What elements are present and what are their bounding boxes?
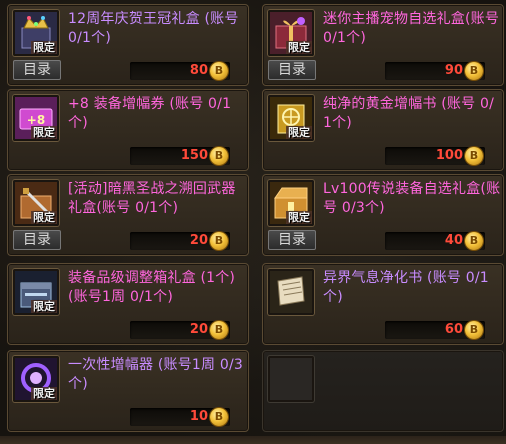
svg-text:+8: +8 <box>27 113 45 127</box>
empty-slot <box>262 350 504 432</box>
item-name: 装备品级调整箱礼盒 (1个)(账号1周 0/1个) <box>68 270 236 305</box>
limited-tag: 限定 <box>31 211 57 224</box>
shop-item-card[interactable]: 限定 Lv100传说装备自选礼盒(账号 0/3个) 目录 40 B <box>262 174 504 256</box>
price-value: 100 <box>435 148 463 163</box>
item-icon-amplifier[interactable]: 限定 <box>13 356 59 402</box>
item-name: Lv100传说装备自选礼盒(账号 0/3个) <box>323 181 501 216</box>
empty-icon-slot <box>268 356 314 402</box>
price-display: 100 B <box>385 147 485 165</box>
price-value: 10 <box>189 409 208 424</box>
item-icon-pet-box[interactable]: 限定 <box>268 10 314 56</box>
item-icon-ticket[interactable]: +8 限定 <box>13 95 59 141</box>
coin-icon: B <box>465 321 483 339</box>
shop-item-card[interactable]: 限定 12周年庆贺王冠礼盒 (账号 0/1个) 目录 80 B <box>7 4 249 86</box>
price-display: 20 B <box>130 321 230 339</box>
price-display: 10 B <box>130 408 230 426</box>
price-value: 40 <box>444 233 463 248</box>
price-display: 40 B <box>385 232 485 250</box>
shop-item-card[interactable]: 限定 一次性增幅器 (账号1周 0/3个) 10 B <box>7 350 249 432</box>
coin-icon: B <box>210 62 228 80</box>
item-name: 12周年庆贺王冠礼盒 (账号 0/1个) <box>68 11 239 46</box>
shop-item-card[interactable]: 限定 纯净的黄金增幅书 (账号 0/1个) 100 B <box>262 89 504 171</box>
price-value: 20 <box>189 233 208 248</box>
item-icon-grade-box[interactable]: 限定 <box>13 269 59 315</box>
limited-tag: 限定 <box>286 126 312 139</box>
item-icon-weapon-box[interactable]: 限定 <box>13 180 59 226</box>
item-name: [活动]暗黑圣战之溯回武器礼盒(账号 0/1个) <box>68 181 236 216</box>
item-name: 一次性增幅器 (账号1周 0/3个) <box>68 357 244 392</box>
limited-tag: 限定 <box>31 41 57 54</box>
limited-tag: 限定 <box>31 387 57 400</box>
limited-tag: 限定 <box>286 211 312 224</box>
bottom-border <box>0 436 506 444</box>
coin-icon: B <box>465 147 483 165</box>
shop-item-card[interactable]: 限定 [活动]暗黑圣战之溯回武器礼盒(账号 0/1个) 目录 20 B <box>7 174 249 256</box>
item-icon-scroll[interactable] <box>268 269 314 315</box>
price-value: 60 <box>444 322 463 337</box>
price-display: 150 B <box>130 147 230 165</box>
price-value: 90 <box>444 63 463 78</box>
shop-item-grid: 限定 12周年庆贺王冠礼盒 (账号 0/1个) 目录 80 B 限定 迷你主播宠… <box>0 0 506 444</box>
price-value: 20 <box>189 322 208 337</box>
item-name: +8 装备增幅券 (账号 0/1个) <box>68 96 232 131</box>
price-value: 80 <box>189 63 208 78</box>
limited-tag: 限定 <box>286 41 312 54</box>
price-display: 80 B <box>130 62 230 80</box>
price-display: 90 B <box>385 62 485 80</box>
item-name: 迷你主播宠物自选礼盒(账号 0/1个) <box>323 11 500 46</box>
price-value: 150 <box>180 148 208 163</box>
coin-icon: B <box>210 147 228 165</box>
price-display: 60 B <box>385 321 485 339</box>
price-display: 20 B <box>130 232 230 250</box>
catalog-button[interactable]: 目录 <box>13 230 61 250</box>
scroll-icon <box>270 271 312 313</box>
coin-icon: B <box>465 62 483 80</box>
item-icon-legend-box[interactable]: 限定 <box>268 180 314 226</box>
item-icon-crown-box[interactable]: 限定 <box>13 10 59 56</box>
item-name: 纯净的黄金增幅书 (账号 0/1个) <box>323 96 494 131</box>
item-icon-gold-book[interactable]: 限定 <box>268 95 314 141</box>
shop-item-card[interactable]: +8 限定 +8 装备增幅券 (账号 0/1个) 150 B <box>7 89 249 171</box>
coin-icon: B <box>210 232 228 250</box>
coin-icon: B <box>210 321 228 339</box>
shop-item-card[interactable]: 限定 装备品级调整箱礼盒 (1个)(账号1周 0/1个) 20 B <box>7 263 249 345</box>
catalog-button[interactable]: 目录 <box>268 60 316 80</box>
coin-icon: B <box>210 408 228 426</box>
catalog-button[interactable]: 目录 <box>268 230 316 250</box>
catalog-button[interactable]: 目录 <box>13 60 61 80</box>
limited-tag: 限定 <box>31 126 57 139</box>
item-name: 异界气息净化书 (账号 0/1个) <box>323 270 489 305</box>
coin-icon: B <box>465 232 483 250</box>
shop-item-card[interactable]: 异界气息净化书 (账号 0/1个) 60 B <box>262 263 504 345</box>
shop-item-card[interactable]: 限定 迷你主播宠物自选礼盒(账号 0/1个) 目录 90 B <box>262 4 504 86</box>
limited-tag: 限定 <box>31 300 57 313</box>
